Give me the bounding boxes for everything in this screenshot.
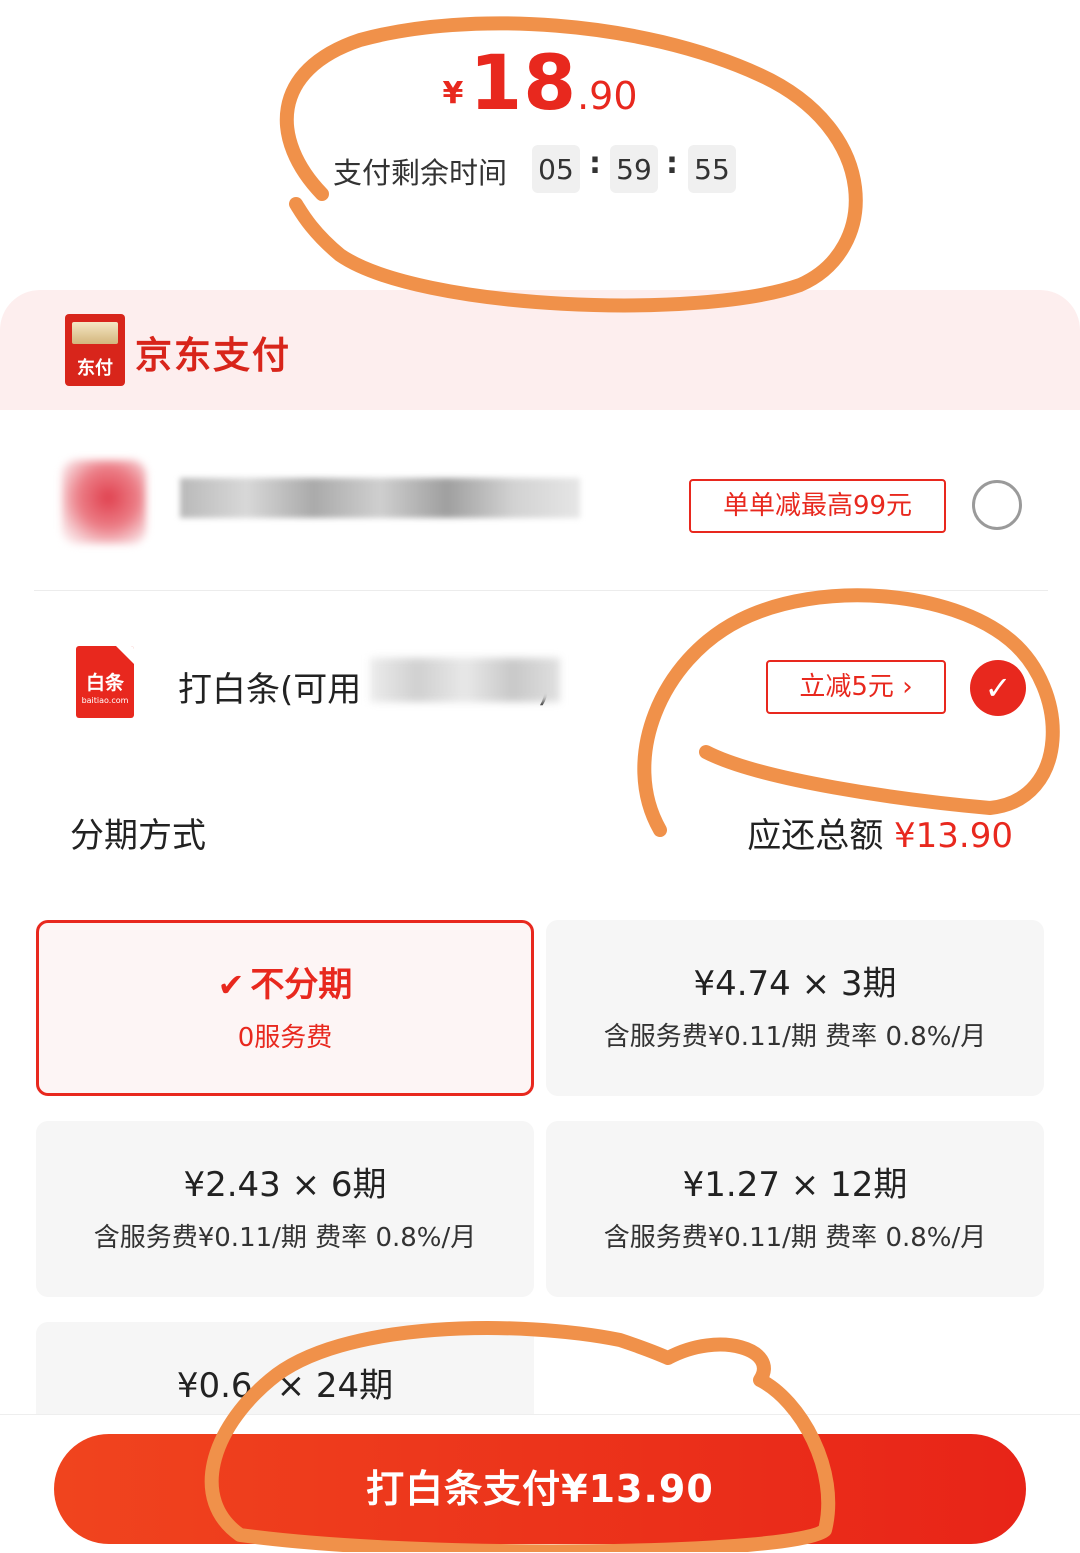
installment-option-6[interactable]: ¥2.43 × 6期 含服务费¥0.11/期 费率 0.8%/月 <box>36 1121 534 1297</box>
jd-pay-logo: 东付 <box>65 314 125 386</box>
amount-integer: 18 <box>469 38 578 127</box>
payment-title: 京东支付 <box>135 334 291 377</box>
baitiao-limit-redacted <box>370 658 560 702</box>
promo-tag[interactable]: 单单减最高99元 <box>689 479 946 533</box>
timer-hours: 05 <box>532 145 580 193</box>
total-repayment: 应还总额 ¥13.90 <box>747 816 1013 856</box>
checkmark-icon[interactable]: ✓ <box>970 660 1026 716</box>
timer-separator: : <box>589 146 601 181</box>
timer-seconds: 55 <box>688 145 736 193</box>
divider <box>34 590 1048 591</box>
timer-separator: : <box>666 146 678 181</box>
timer-label: 支付剩余时间 <box>333 156 508 190</box>
bank-card-label-redacted <box>180 478 580 518</box>
order-amount: ¥18.90 <box>0 38 1080 127</box>
installment-label: 分期方式 <box>70 816 206 856</box>
installment-option-3[interactable]: ¥4.74 × 3期 含服务费¥0.11/期 费率 0.8%/月 <box>546 920 1044 1096</box>
pay-button[interactable]: 打白条支付¥13.90 <box>54 1434 1026 1544</box>
baitiao-icon: 白条 baitiao.com <box>76 646 134 718</box>
annotation-overlay <box>204 16 1060 1552</box>
check-icon: ✔ <box>217 966 245 1004</box>
logo-text: 东付 <box>77 358 113 379</box>
timer-minutes: 59 <box>610 145 658 193</box>
installment-option-12[interactable]: ¥1.27 × 12期 含服务费¥0.11/期 费率 0.8%/月 <box>546 1121 1044 1297</box>
radio-empty-icon[interactable] <box>972 480 1022 530</box>
amount-decimal: .90 <box>577 74 638 118</box>
installment-option-none[interactable]: ✔ 不分期 0服务费 <box>36 920 534 1096</box>
discount-tag[interactable]: 立减5元 › <box>766 660 946 714</box>
currency-symbol: ¥ <box>442 76 464 111</box>
bank-card-icon <box>62 460 146 544</box>
